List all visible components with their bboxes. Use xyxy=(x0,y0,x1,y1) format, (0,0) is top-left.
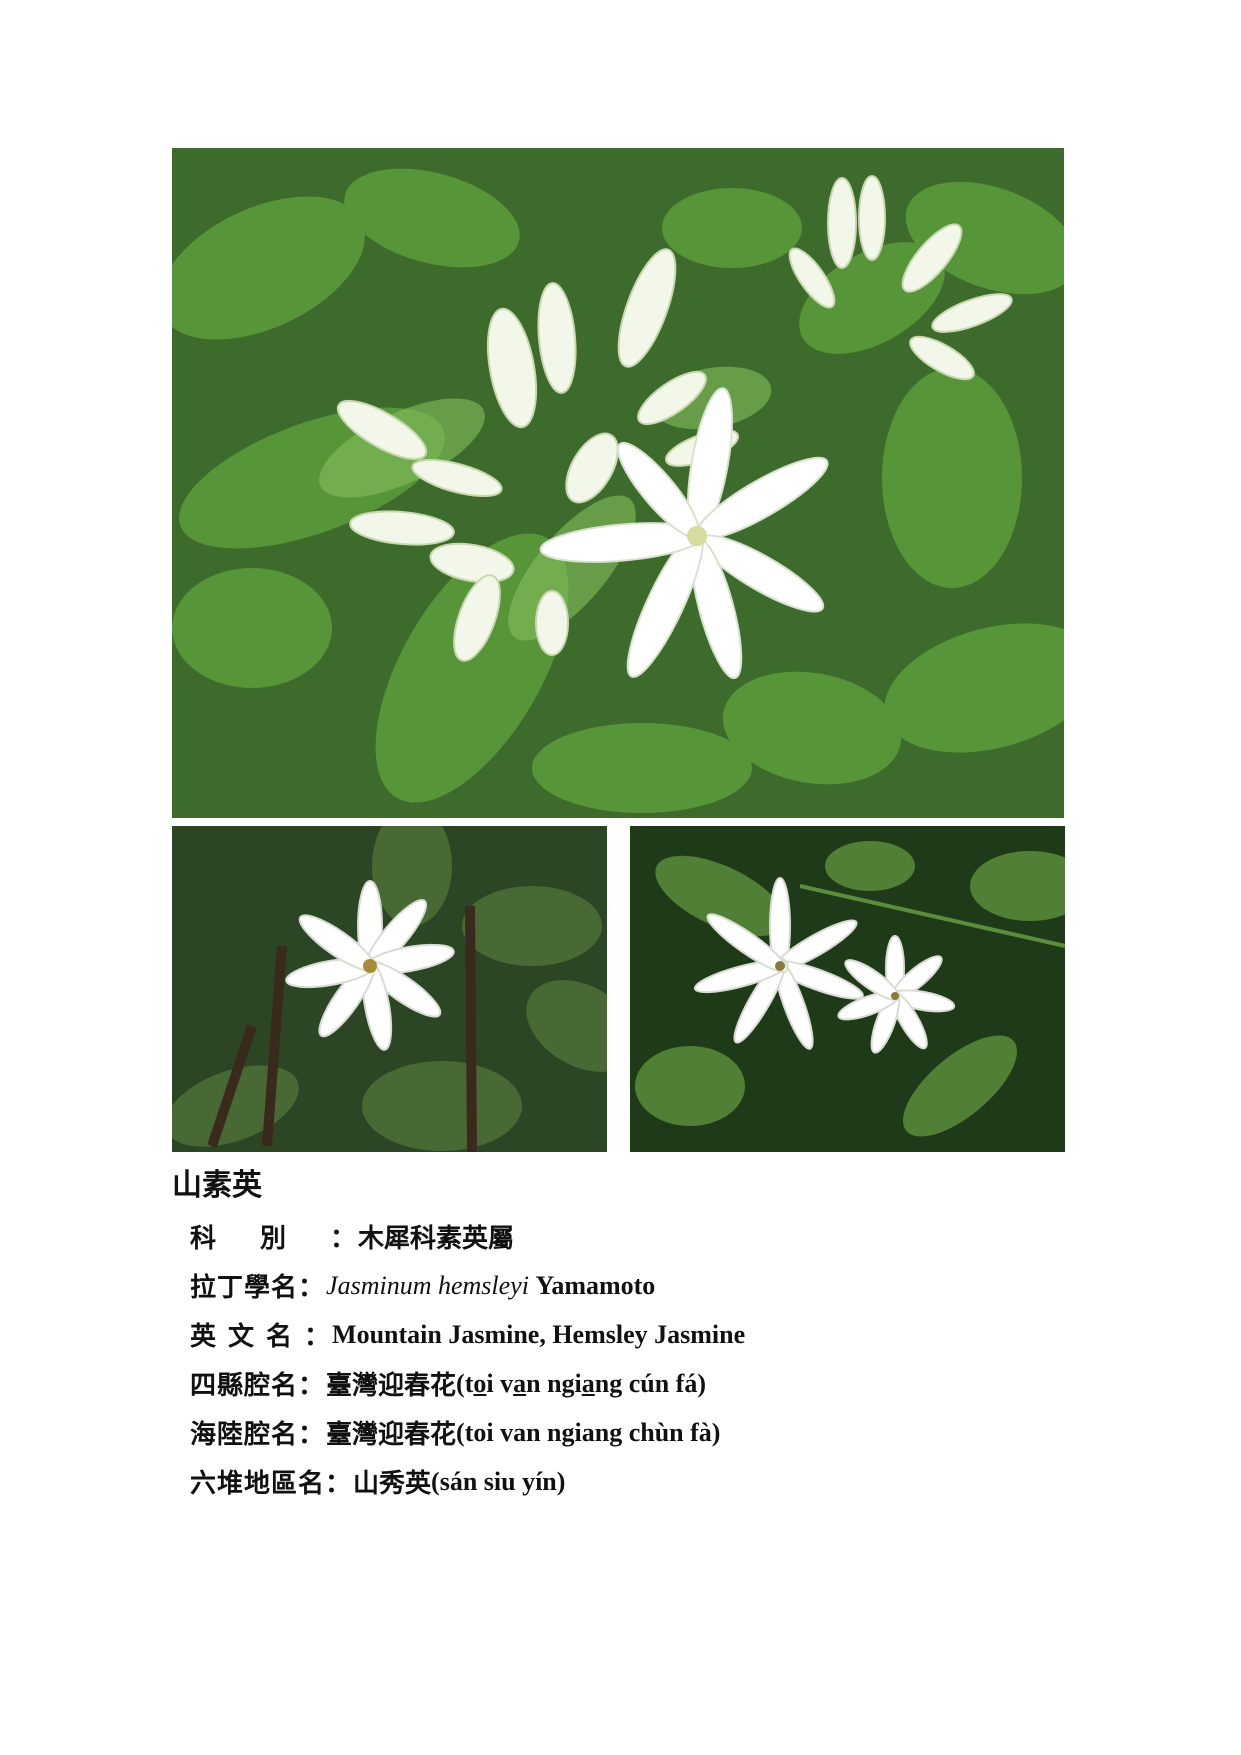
liudui-row: 六堆地區名：山秀英 (sán siu yín) xyxy=(190,1457,745,1506)
family-colon: ： xyxy=(330,1224,357,1254)
hailu-romanization: (toi van ngiang chùn fà) xyxy=(456,1417,721,1447)
family-label: 科別 xyxy=(190,1224,331,1254)
liudui-colon: ： xyxy=(325,1469,352,1499)
latin-label: 拉丁學名 xyxy=(190,1273,299,1303)
sixian-name: 臺灣迎春花 xyxy=(326,1371,457,1401)
species-info: 科別：木犀科素英屬 拉丁學名： Jasminum hemsleyi Yamamot… xyxy=(190,1212,745,1506)
sixian-row: 四縣腔名：臺灣迎春花 (toi van ngiang cún fá) xyxy=(190,1359,745,1408)
latin-author: Yamamoto xyxy=(535,1270,656,1300)
hailu-label: 海陸腔名 xyxy=(190,1420,299,1450)
sixian-romanization: (toi van ngiang cún fá) xyxy=(456,1368,707,1398)
sixian-colon: ： xyxy=(298,1371,325,1401)
english-value: Mountain Jasmine, Hemsley Jasmine xyxy=(332,1319,746,1349)
latin-colon: ： xyxy=(298,1273,325,1303)
family-value: 木犀科素英屬 xyxy=(358,1224,515,1254)
liudui-romanization: (sán siu yín) xyxy=(431,1466,566,1496)
latin-binomial: Jasminum hemsleyi xyxy=(326,1270,529,1300)
latin-row: 拉丁學名： Jasminum hemsleyi Yamamoto xyxy=(190,1261,745,1310)
english-label: 英文名 xyxy=(190,1322,305,1352)
hailu-colon: ： xyxy=(298,1420,325,1450)
english-colon: ： xyxy=(304,1322,331,1352)
jasmine-flower-photo-right xyxy=(630,826,1065,1152)
jasmine-flower-photo-left xyxy=(172,826,607,1152)
species-title: 山素英 xyxy=(172,1168,262,1203)
hailu-row: 海陸腔名：臺灣迎春花 (toi van ngiang chùn fà) xyxy=(190,1408,745,1457)
english-row: 英文名： Mountain Jasmine, Hemsley Jasmine xyxy=(190,1310,745,1359)
family-row: 科別：木犀科素英屬 xyxy=(190,1212,745,1261)
sixian-label: 四縣腔名 xyxy=(190,1371,299,1401)
main-jasmine-photo xyxy=(172,148,1064,818)
liudui-name: 山秀英 xyxy=(353,1469,432,1499)
liudui-label: 六堆地區名 xyxy=(190,1469,326,1499)
hailu-name: 臺灣迎春花 xyxy=(326,1420,457,1450)
